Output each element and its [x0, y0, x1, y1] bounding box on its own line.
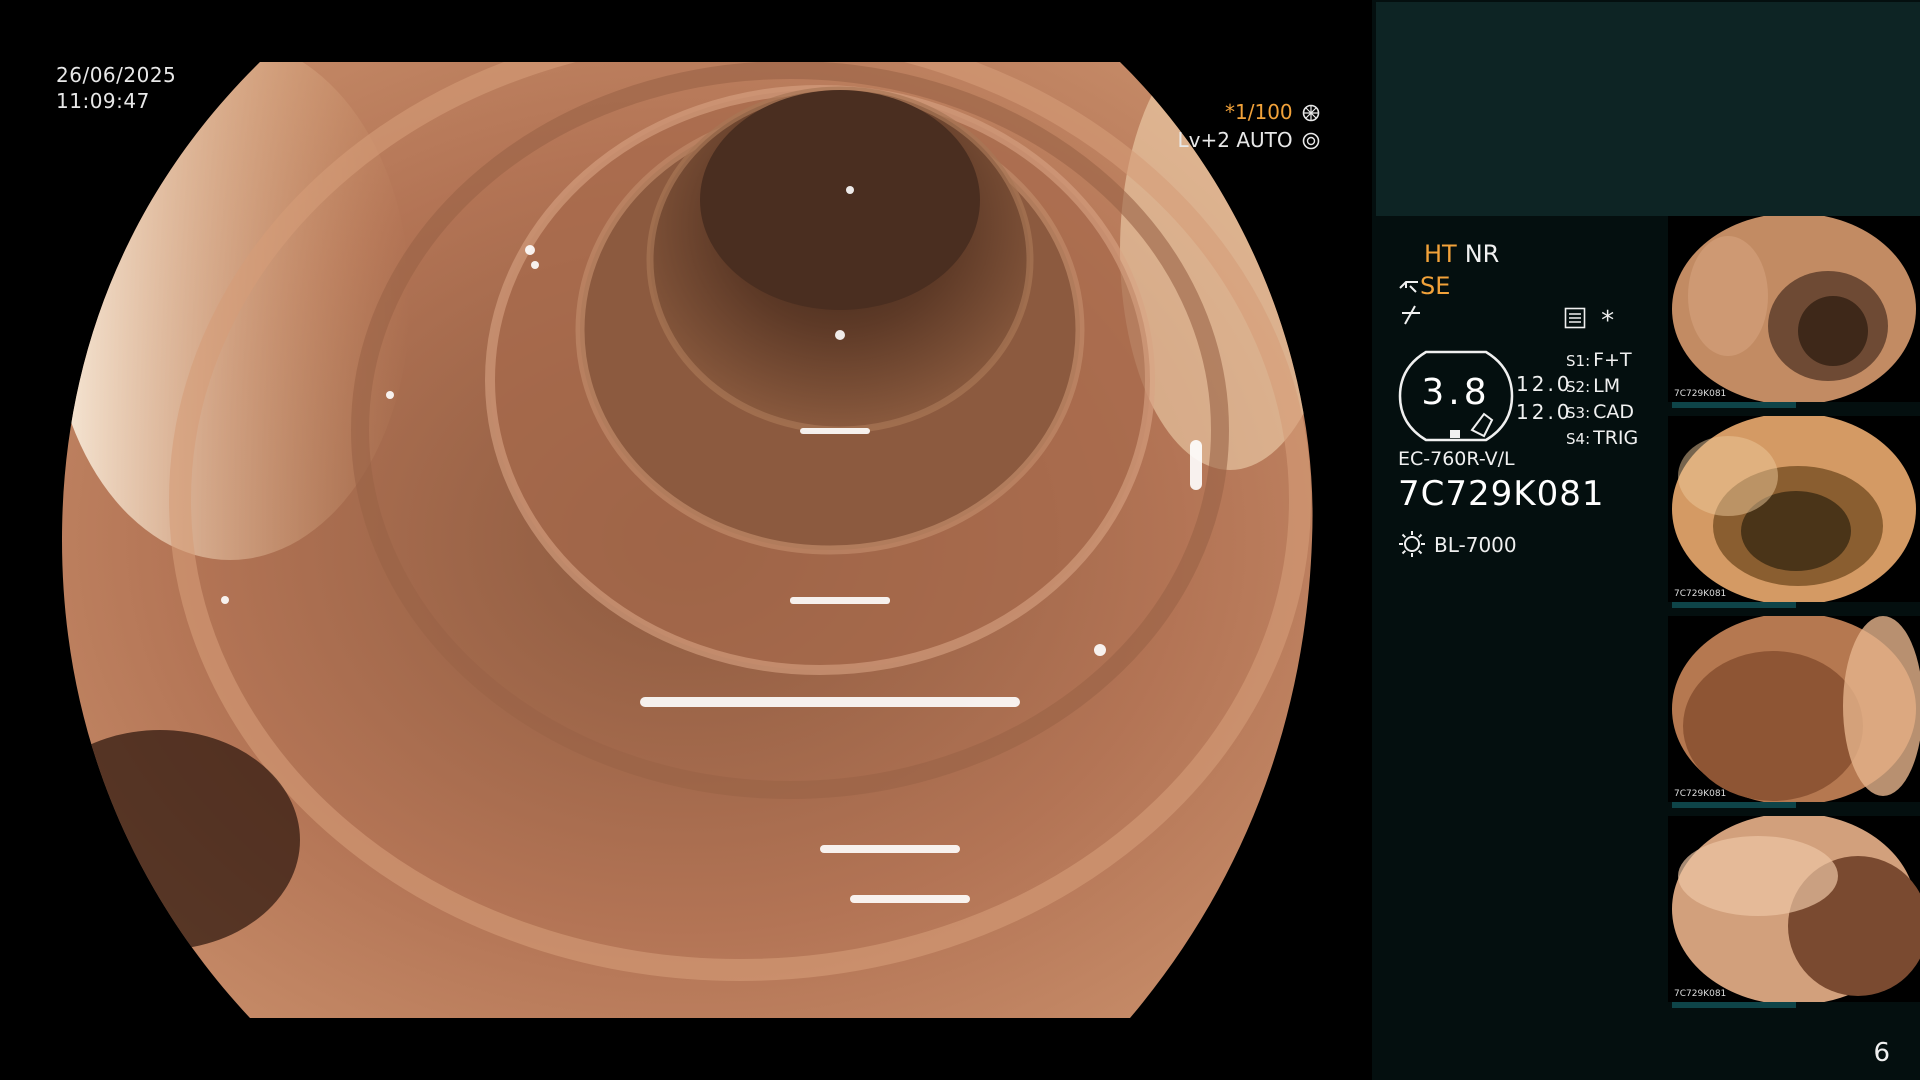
level-line: Lv+2 AUTO — [1178, 126, 1320, 154]
aperture-icon — [1302, 104, 1320, 122]
se-row: SE — [1398, 272, 1450, 300]
thumb-serial: 7C729K081 — [1674, 789, 1726, 799]
value-1: 12.0 — [1516, 372, 1573, 396]
switch-item: S1: F+T — [1566, 349, 1632, 371]
thumbnail[interactable]: 7C729K081 — [1668, 216, 1920, 412]
shutter-line: *1/100 — [1178, 98, 1320, 126]
page-number: 6 — [1873, 1038, 1890, 1068]
zoom-value: 3.8 — [1421, 372, 1491, 413]
light-source-label: BL-7000 — [1434, 533, 1517, 557]
pipe-icon — [1399, 281, 1418, 293]
thumbnail[interactable]: 7C729K081 — [1668, 616, 1920, 812]
ht-nr-row: HT NR — [1424, 240, 1499, 268]
value-2: 12.0 — [1516, 400, 1573, 424]
switch-item: S3: CAD — [1566, 401, 1635, 423]
thumbnail-image: 7C729K081 — [1668, 416, 1920, 602]
thumbnail-image: 7C729K081 — [1668, 216, 1920, 402]
ht-label: HT — [1424, 240, 1457, 268]
scope-serial: 7C729K081 — [1398, 474, 1605, 514]
thumb-serial: 7C729K081 — [1674, 989, 1726, 999]
exposure-overlay: *1/100 Lv+2 AUTO — [1178, 98, 1320, 154]
thumb-serial: 7C729K081 — [1674, 389, 1726, 399]
light-source: BL-7000 — [1398, 530, 1517, 558]
level-text: Lv+2 — [1177, 128, 1230, 152]
switch-item: S2: LM — [1566, 375, 1621, 397]
time-text: 11:09:47 — [56, 89, 150, 113]
freeze-row — [1400, 304, 1422, 330]
thumbnail[interactable]: 7C729K081 — [1668, 816, 1920, 1012]
star-marker: * — [1601, 306, 1615, 336]
value-stack: 12.0 12.0 — [1516, 370, 1573, 426]
slash-arrow-icon — [1402, 305, 1420, 325]
thumbnail-image: 7C729K081 — [1668, 816, 1920, 1002]
thumbnail[interactable]: 7C729K081 — [1668, 416, 1920, 612]
endoscopic-image — [62, 62, 1313, 1018]
zoom-indicator: 3.8 — [1398, 350, 1514, 442]
date-time-overlay: 26/06/2025 11:09:47 — [56, 62, 176, 114]
thumbnail-bar — [1672, 1002, 1796, 1008]
thumbnail-bar — [1672, 802, 1796, 808]
thumbnail-bar — [1672, 402, 1796, 408]
thumbnail-image: 7C729K081 — [1668, 616, 1920, 802]
endoscope-main-view: 26/06/2025 11:09:47 *1/100 Lv+2 AUTO — [0, 0, 1372, 1080]
date-text: 26/06/2025 — [56, 63, 177, 87]
iris-icon — [1302, 132, 1320, 150]
thumb-serial: 7C729K081 — [1674, 589, 1726, 599]
list-icon — [1564, 307, 1586, 329]
nr-label: NR — [1464, 240, 1500, 268]
scope-model: EC-760R-V/L — [1398, 448, 1515, 470]
se-label: SE — [1420, 272, 1451, 300]
sun-icon — [1399, 531, 1425, 557]
switch-list: S1: F+T S2: LM S3: CAD S4: TRIG — [1566, 348, 1638, 452]
thumbnail-bar — [1672, 602, 1796, 608]
switch-item: S4: TRIG — [1566, 427, 1639, 449]
info-panel-header — [1376, 2, 1920, 216]
menu-icons: * — [1564, 306, 1614, 336]
shutter-speed: *1/100 — [1225, 100, 1293, 124]
exposure-mode: AUTO — [1236, 128, 1293, 152]
